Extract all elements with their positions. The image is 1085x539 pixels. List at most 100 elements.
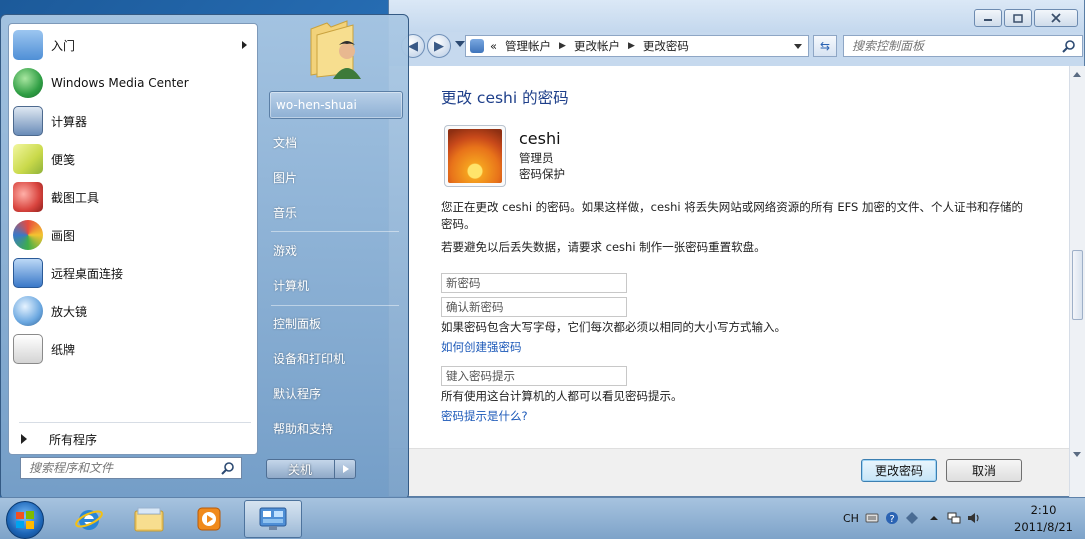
program-getting-started[interactable]: 入门: [13, 27, 255, 63]
maximize-icon: [1013, 13, 1023, 23]
hint-visibility-text: 所有使用这台计算机的人都可以看见密码提示。: [441, 389, 683, 403]
place-devices-printers[interactable]: 设备和打印机: [273, 350, 345, 367]
calculator-icon: [13, 106, 43, 136]
forward-arrow-icon: ▶: [434, 38, 444, 54]
places-divider: [271, 305, 399, 306]
place-default-programs[interactable]: 默认程序: [273, 385, 321, 402]
program-label: Windows Media Center: [51, 76, 189, 90]
user-name: ceshi: [519, 129, 561, 148]
program-calculator[interactable]: 计算器: [13, 103, 255, 139]
program-solitaire[interactable]: 纸牌: [13, 331, 255, 367]
navigation-bar: ◀ ▶ « 管理帐户 ▶ 更改帐户 ▶ 更改密码 ⇆: [389, 33, 1084, 59]
program-media-center[interactable]: Windows Media Center: [13, 65, 255, 101]
efs-warning-text: 您正在更改 ceshi 的密码。如果这样做，ceshi 将丢失网站或网络资源的所…: [441, 200, 1023, 231]
breadcrumb-separator-icon[interactable]: ▶: [559, 41, 566, 51]
place-games[interactable]: 游戏: [273, 242, 297, 259]
remote-desktop-icon: [13, 258, 43, 288]
program-label: 远程桌面连接: [51, 266, 124, 281]
address-dropdown-icon[interactable]: [794, 44, 802, 49]
network-icon[interactable]: [947, 511, 961, 525]
folder-icon: [134, 507, 164, 532]
scroll-thumb[interactable]: [1072, 250, 1083, 320]
close-icon: [1051, 13, 1061, 23]
new-password-field[interactable]: [441, 273, 627, 293]
input-language-indicator[interactable]: CH: [843, 512, 859, 525]
show-hidden-icons-icon[interactable]: [927, 511, 941, 525]
flower-avatar-icon: [448, 129, 502, 183]
shutdown-label: 关机: [287, 462, 312, 477]
vertical-scrollbar[interactable]: [1069, 66, 1085, 497]
window-titlebar[interactable]: [389, 0, 1084, 32]
breadcrumb-change-password[interactable]: 更改密码: [643, 38, 689, 54]
taskbar: CH ? 2:10 2011/8/21: [0, 497, 1085, 539]
submenu-arrow-icon: [242, 41, 247, 49]
program-snipping-tool[interactable]: 截图工具: [13, 179, 255, 215]
program-magnifier[interactable]: 放大镜: [13, 293, 255, 329]
program-label: 截图工具: [51, 190, 100, 205]
scroll-up-icon[interactable]: [1073, 72, 1081, 77]
password-hint-help-link[interactable]: 密码提示是什么?: [441, 408, 528, 424]
keyboard-icon[interactable]: [865, 511, 879, 525]
place-help-support[interactable]: 帮助和支持: [273, 420, 333, 437]
chevron-right-icon: [342, 465, 349, 473]
media-player-button[interactable]: [180, 500, 238, 538]
start-button[interactable]: [6, 501, 44, 539]
place-music[interactable]: 音乐: [273, 204, 297, 221]
page-title: 更改 ceshi 的密码: [441, 89, 569, 107]
solitaire-icon: [13, 334, 43, 364]
strong-password-link[interactable]: 如何创建强密码: [441, 339, 522, 355]
dialog-button-bar: 更改密码 取消: [389, 448, 1069, 496]
program-label: 放大镜: [51, 304, 88, 319]
close-button[interactable]: [1034, 9, 1078, 27]
confirm-password-field[interactable]: [441, 297, 627, 317]
minimize-button[interactable]: [974, 9, 1002, 27]
clock-time: 2:10: [1030, 503, 1057, 517]
forward-button[interactable]: ▶: [427, 34, 451, 58]
volume-icon[interactable]: [967, 511, 981, 525]
control-panel-search[interactable]: [843, 35, 1083, 57]
help-icon[interactable]: ?: [885, 511, 899, 525]
password-hint-field[interactable]: [441, 366, 627, 386]
media-center-icon: [13, 68, 43, 98]
program-remote-desktop[interactable]: 远程桌面连接: [13, 255, 255, 291]
breadcrumb-change-account[interactable]: 更改帐户: [574, 38, 620, 54]
refresh-button[interactable]: ⇆: [813, 35, 837, 57]
start-search-input[interactable]: [29, 461, 209, 475]
cancel-button[interactable]: 取消: [946, 459, 1022, 482]
internet-explorer-button[interactable]: [60, 500, 118, 538]
scroll-down-icon[interactable]: [1073, 452, 1081, 457]
breadcrumb-overflow[interactable]: «: [490, 39, 497, 53]
shutdown-options-button[interactable]: [334, 459, 356, 479]
all-programs-button[interactable]: 所有程序: [13, 428, 255, 450]
program-sticky-notes[interactable]: 便笺: [13, 141, 255, 177]
options-icon[interactable]: [905, 511, 919, 525]
clock[interactable]: 2:10 2011/8/21: [1014, 502, 1073, 536]
program-label: 纸牌: [51, 342, 76, 357]
places-pane: wo-hen-shuai 文档 图片 音乐 游戏 计算机 控制面板 设备和打印机…: [263, 15, 409, 501]
breadcrumb-manage-accounts[interactable]: 管理帐户: [505, 38, 551, 54]
place-control-panel[interactable]: 控制面板: [273, 315, 321, 332]
program-label: 便笺: [51, 152, 76, 167]
control-panel-search-input[interactable]: [852, 39, 1052, 53]
program-paint[interactable]: 画图: [13, 217, 255, 253]
internet-explorer-icon: [75, 510, 103, 530]
place-computer[interactable]: 计算机: [273, 277, 309, 294]
search-icon[interactable]: [221, 461, 235, 475]
windows-explorer-button[interactable]: [120, 500, 178, 538]
address-bar[interactable]: « 管理帐户 ▶ 更改帐户 ▶ 更改密码: [465, 35, 809, 57]
place-pictures[interactable]: 图片: [273, 169, 297, 186]
paint-icon: [13, 220, 43, 250]
window-controls: [974, 9, 1078, 27]
search-icon[interactable]: [1062, 39, 1076, 53]
control-panel-taskbar-button[interactable]: [244, 500, 302, 538]
windows-logo-icon: [16, 511, 34, 529]
maximize-button[interactable]: [1004, 9, 1032, 27]
change-password-button[interactable]: 更改密码: [861, 459, 937, 482]
user-folder-item[interactable]: wo-hen-shuai: [269, 91, 403, 119]
user-account-picture: [444, 125, 506, 187]
recent-pages-dropdown[interactable]: [455, 41, 465, 47]
breadcrumb-separator-icon[interactable]: ▶: [628, 41, 635, 51]
start-search-box[interactable]: [20, 457, 242, 479]
place-documents[interactable]: 文档: [273, 134, 297, 151]
programs-pane: 入门 Windows Media Center 计算器 便笺 截图工具 画图 远…: [8, 23, 258, 455]
